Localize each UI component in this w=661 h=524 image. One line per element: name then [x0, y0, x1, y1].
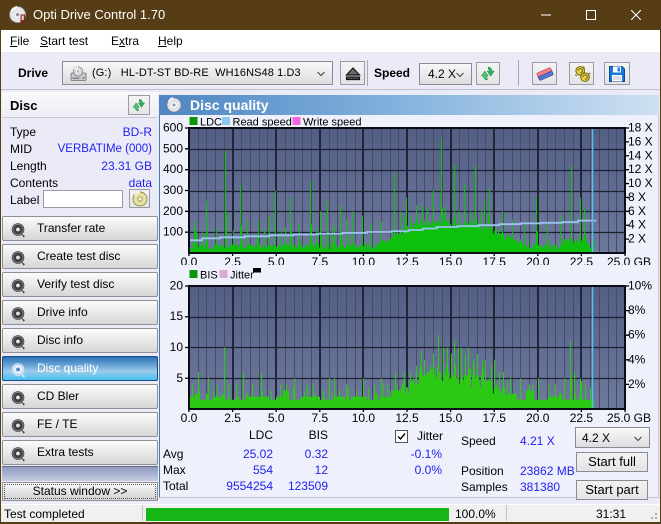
svg-text:20: 20 — [170, 279, 184, 293]
svg-text:7.5: 7.5 — [311, 411, 328, 425]
svg-text:4 X: 4 X — [628, 218, 646, 232]
svg-text:8 X: 8 X — [628, 190, 646, 204]
svg-text:12 X: 12 X — [628, 162, 653, 176]
svg-text:BIS: BIS — [200, 270, 218, 282]
svg-text:8%: 8% — [628, 303, 646, 317]
svg-text:15.0: 15.0 — [439, 411, 463, 425]
svg-text:10: 10 — [170, 340, 184, 354]
svg-text:17.5: 17.5 — [483, 255, 507, 265]
svg-text:5.0: 5.0 — [268, 255, 285, 265]
svg-text:2.5: 2.5 — [224, 411, 241, 425]
svg-text:2 X: 2 X — [628, 232, 646, 246]
svg-text:Write speed: Write speed — [303, 117, 362, 129]
svg-text:16 X: 16 X — [628, 134, 653, 148]
svg-text:14 X: 14 X — [628, 148, 653, 162]
svg-text:6%: 6% — [628, 328, 646, 342]
svg-text:22.5: 22.5 — [570, 411, 594, 425]
svg-text:600: 600 — [163, 121, 183, 135]
svg-text:300: 300 — [163, 183, 183, 197]
svg-text:400: 400 — [163, 162, 183, 176]
svg-text:15: 15 — [170, 309, 184, 323]
svg-text:25.0 GB: 25.0 GB — [607, 411, 651, 425]
svg-text:2%: 2% — [628, 377, 646, 391]
svg-text:10.0: 10.0 — [352, 411, 376, 425]
svg-text:5: 5 — [176, 371, 183, 385]
svg-text:4%: 4% — [628, 352, 646, 366]
svg-text:100: 100 — [163, 225, 183, 239]
svg-text:Read speed: Read speed — [233, 117, 292, 129]
svg-text:17.5: 17.5 — [483, 411, 507, 425]
svg-text:500: 500 — [163, 141, 183, 155]
svg-text:0.0: 0.0 — [181, 411, 198, 425]
svg-text:10.0: 10.0 — [352, 255, 376, 265]
svg-text:12.5: 12.5 — [395, 255, 419, 265]
svg-text:7.5: 7.5 — [311, 255, 328, 265]
svg-text:25.0 GB: 25.0 GB — [607, 255, 651, 265]
svg-text:0.0: 0.0 — [181, 255, 198, 265]
svg-text:10%: 10% — [628, 279, 652, 293]
svg-text:200: 200 — [163, 204, 183, 218]
svg-text:Jitter: Jitter — [230, 270, 254, 282]
svg-text:12.5: 12.5 — [395, 411, 419, 425]
svg-text:2.5: 2.5 — [224, 255, 241, 265]
svg-text:20.0: 20.0 — [526, 255, 550, 265]
svg-text:5.0: 5.0 — [268, 411, 285, 425]
svg-text:20.0: 20.0 — [526, 411, 550, 425]
svg-text:6 X: 6 X — [628, 204, 646, 218]
svg-text:18 X: 18 X — [628, 121, 653, 135]
svg-text:10 X: 10 X — [628, 176, 653, 190]
svg-text:15.0: 15.0 — [439, 255, 463, 265]
svg-text:LDC: LDC — [200, 117, 222, 129]
svg-text:22.5: 22.5 — [570, 255, 594, 265]
